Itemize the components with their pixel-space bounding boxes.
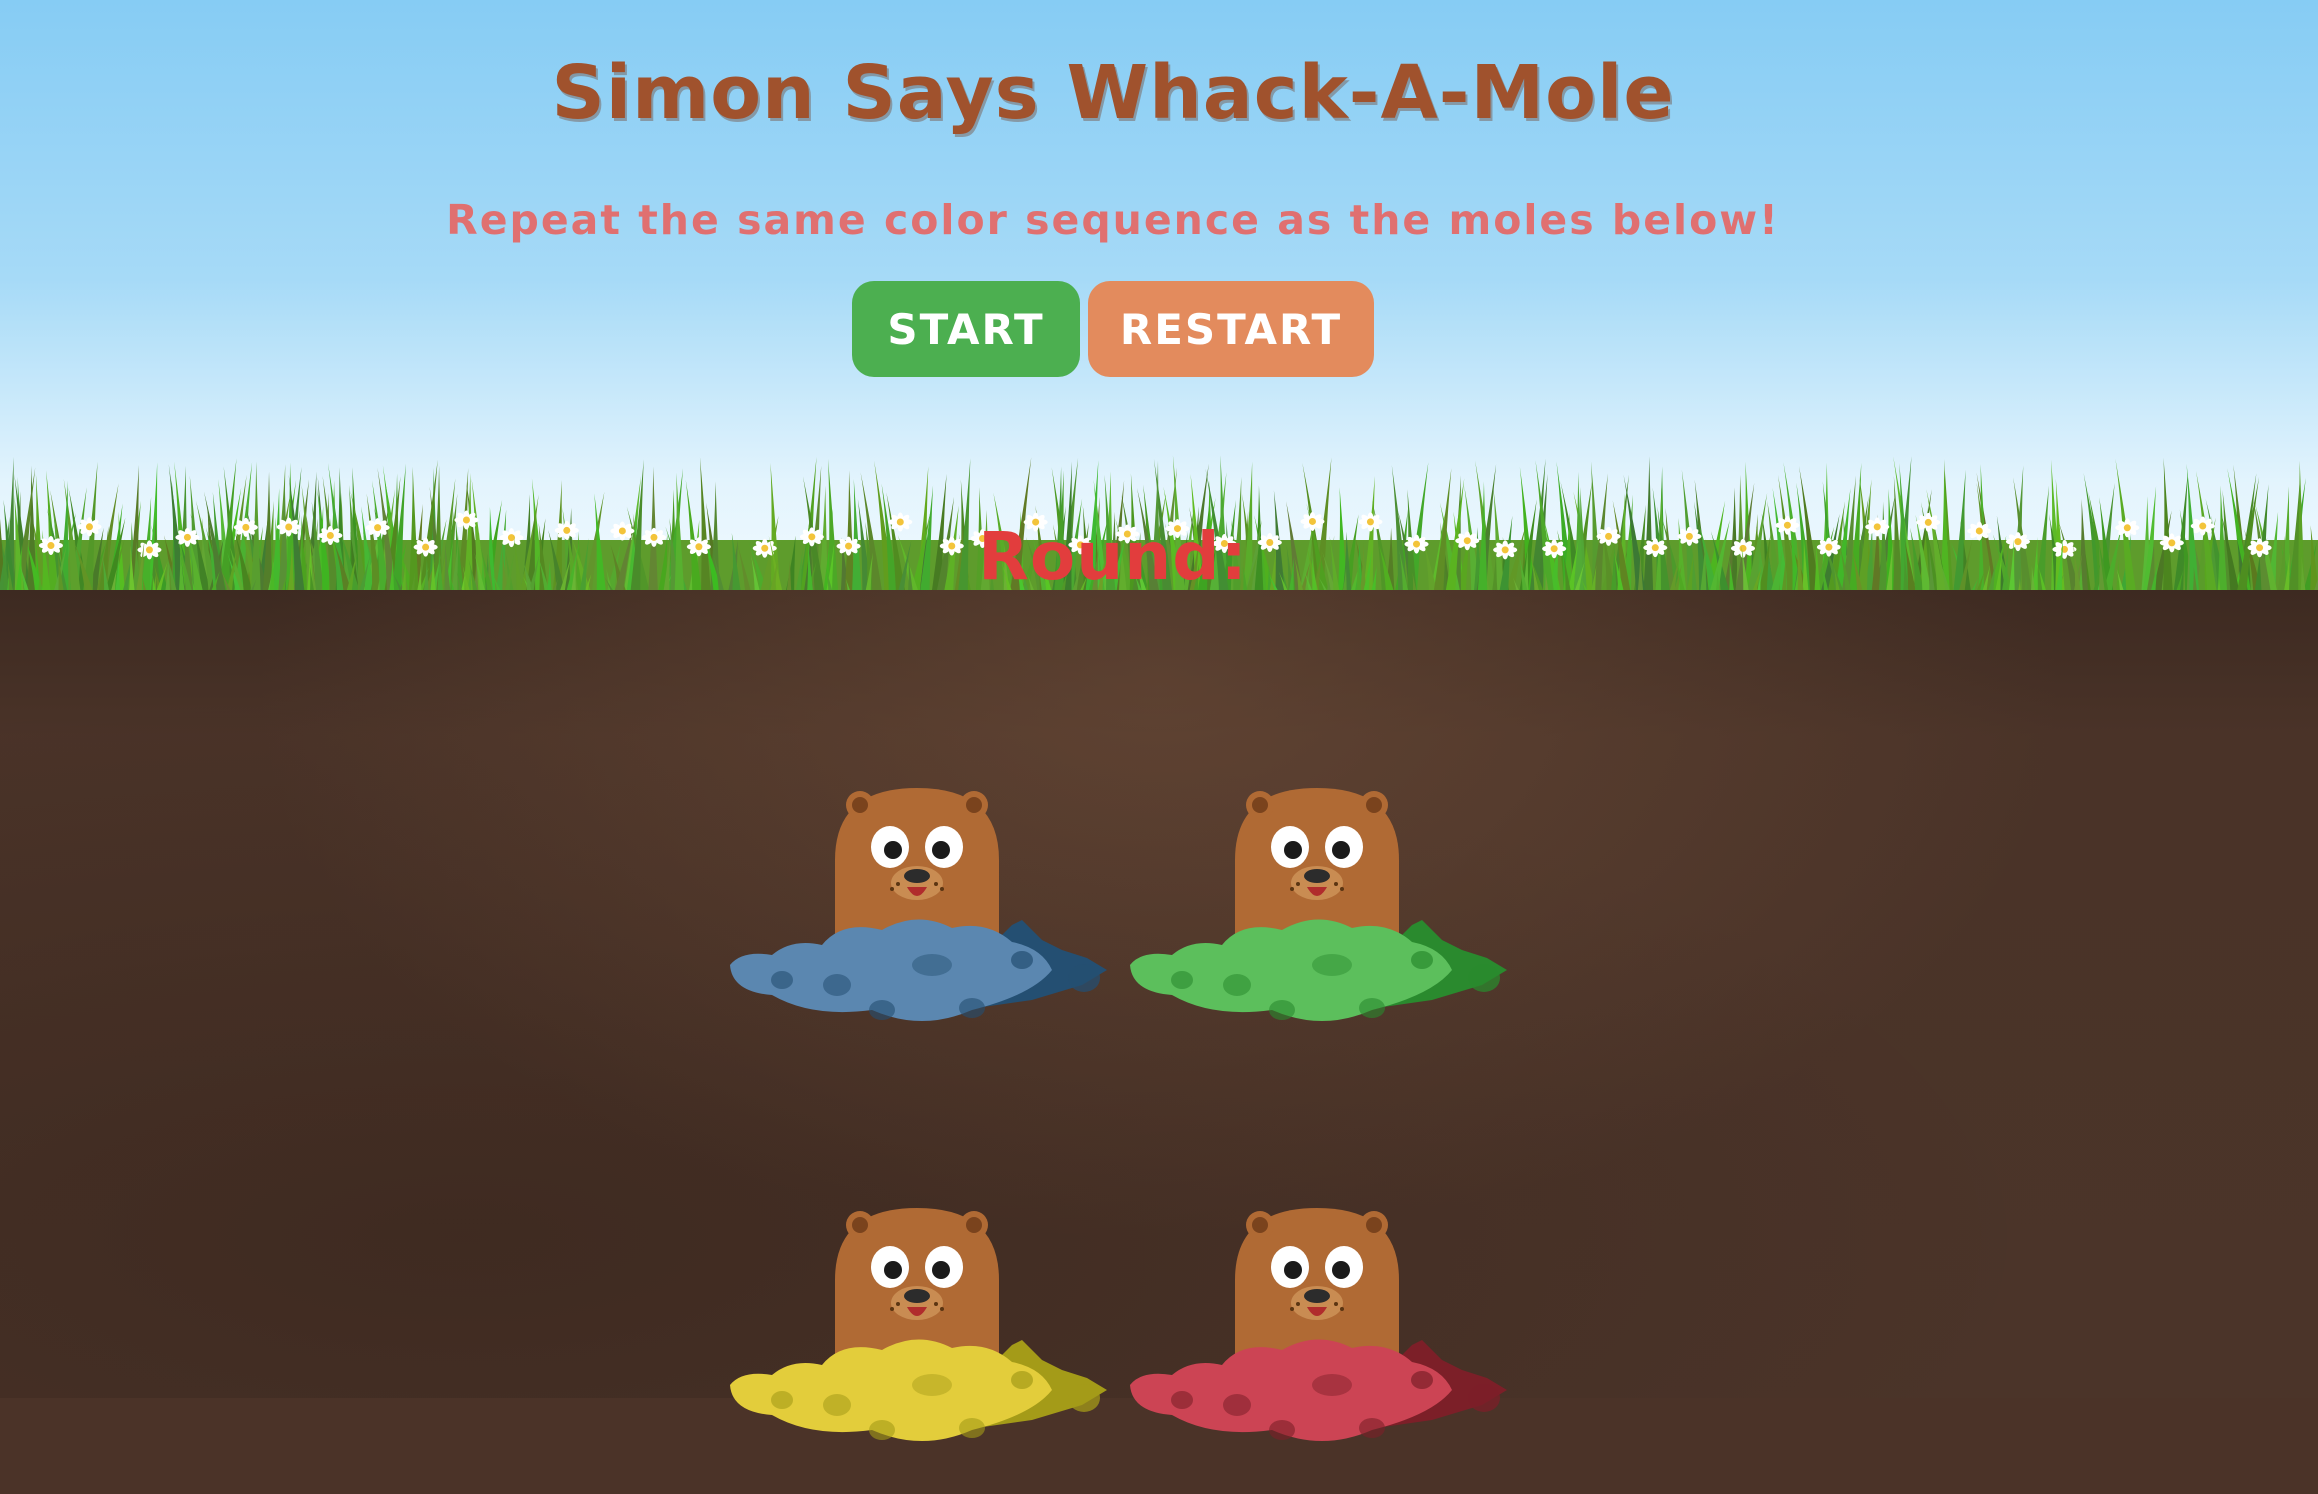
round-label: Round: (978, 518, 1248, 595)
mole-blue-graphic (730, 788, 1107, 1021)
dirt-mound-yellow (730, 1339, 1107, 1441)
mole-yellow[interactable] (712, 1190, 1122, 1490)
round-indicator: Round: (0, 518, 2226, 595)
restart-button[interactable]: Restart (1088, 281, 1374, 377)
start-button[interactable]: Start (852, 281, 1080, 377)
game-instructions: Repeat the same color sequence as the mo… (446, 196, 1780, 244)
mole-yellow-graphic (730, 1208, 1107, 1441)
dirt-mound-green (1130, 919, 1507, 1021)
game-title: Simon Says Whack-A-Mole (551, 50, 1675, 136)
mole-red-graphic (1130, 1208, 1507, 1441)
dirt-mound-red (1130, 1339, 1507, 1441)
mole-green-graphic (1130, 788, 1507, 1021)
mole-blue[interactable] (712, 770, 1122, 1070)
mole-red[interactable] (1112, 1190, 1522, 1490)
mole-green[interactable] (1112, 770, 1522, 1070)
dirt-mound-blue (730, 919, 1107, 1021)
